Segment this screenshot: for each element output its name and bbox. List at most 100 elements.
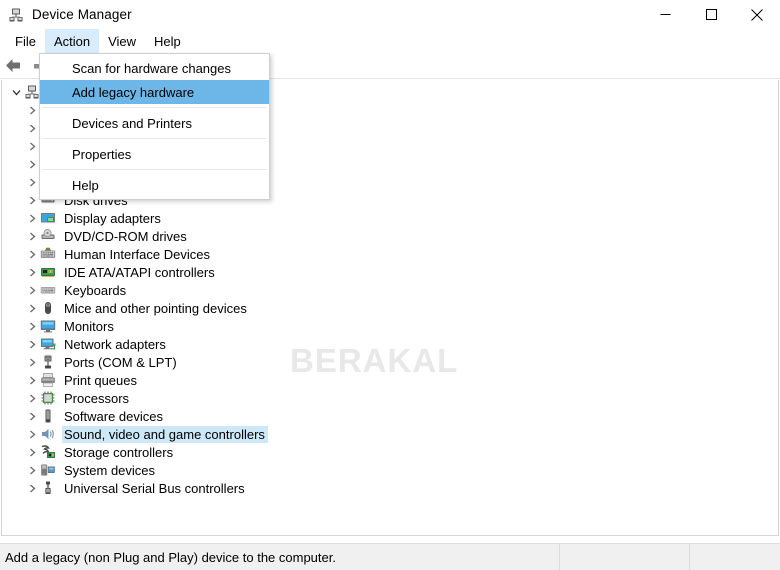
port-icon	[40, 354, 56, 370]
chevron-right-icon[interactable]	[24, 335, 40, 353]
tree-item-software-devices[interactable]: Software devices	[2, 407, 778, 425]
menu-action[interactable]: Action	[45, 29, 99, 53]
tree-item-network-adapters[interactable]: Network adapters	[2, 335, 778, 353]
status-message: Add a legacy (non Plug and Play) device …	[0, 544, 560, 570]
tree-item-monitors[interactable]: Monitors	[2, 317, 778, 335]
tree-item-dvd-cd-rom-drives[interactable]: DVD/CD-ROM drives	[2, 227, 778, 245]
computer-icon	[24, 84, 40, 100]
tree-item-label: Storage controllers	[62, 444, 176, 461]
tree-item-label: Network adapters	[62, 336, 169, 353]
menu-separator	[42, 169, 267, 170]
chevron-right-icon[interactable]	[24, 407, 40, 425]
chevron-right-icon[interactable]	[24, 209, 40, 227]
tree-item-label: DVD/CD-ROM drives	[62, 228, 190, 245]
status-bar: Add a legacy (non Plug and Play) device …	[0, 543, 780, 570]
usb-icon	[40, 480, 56, 496]
tree-item-label: Mice and other pointing devices	[62, 300, 250, 317]
menu-separator	[42, 107, 267, 108]
tree-item-label: System devices	[62, 462, 158, 479]
processor-icon	[40, 390, 56, 406]
device-manager-window: Device Manager File Action View Help	[0, 0, 780, 570]
chevron-right-icon[interactable]	[24, 461, 40, 479]
window-controls	[642, 0, 780, 29]
menu-help[interactable]: Help	[145, 29, 190, 53]
menu-item-help[interactable]: Help	[40, 173, 269, 197]
chevron-right-icon[interactable]	[24, 119, 40, 137]
menu-item-devices-and-printers[interactable]: Devices and Printers	[40, 111, 269, 135]
tree-item-label: Processors	[62, 390, 132, 407]
tree-item-label: Keyboards	[62, 282, 129, 299]
menu-item-scan-for-hardware-changes[interactable]: Scan for hardware changes	[40, 56, 269, 80]
menu-item-properties[interactable]: Properties	[40, 142, 269, 166]
minimize-button[interactable]	[642, 0, 688, 29]
ide-controller-icon	[40, 264, 56, 280]
device-manager-icon	[8, 7, 24, 23]
maximize-button[interactable]	[688, 0, 734, 29]
hid-icon	[40, 246, 56, 262]
close-button[interactable]	[734, 0, 780, 29]
storage-controller-icon	[40, 444, 56, 460]
tree-item-label: Universal Serial Bus controllers	[62, 480, 248, 497]
chevron-right-icon[interactable]	[24, 263, 40, 281]
keyboard-icon	[40, 282, 56, 298]
tree-item-sound-video-and-game-controllers[interactable]: Sound, video and game controllers	[2, 425, 778, 443]
chevron-right-icon[interactable]	[24, 371, 40, 389]
chevron-right-icon[interactable]	[24, 173, 40, 191]
system-device-icon	[40, 462, 56, 478]
mouse-icon	[40, 300, 56, 316]
tree-item-print-queues[interactable]: Print queues	[2, 371, 778, 389]
tree-item-human-interface-devices[interactable]: Human Interface Devices	[2, 245, 778, 263]
tree-rows: Disk drivesDisplay adaptersDVD/CD-ROM dr…	[2, 191, 778, 497]
chevron-right-icon[interactable]	[24, 353, 40, 371]
action-menu-items: Scan for hardware changesAdd legacy hard…	[40, 56, 269, 197]
chevron-right-icon[interactable]	[24, 317, 40, 335]
tree-item-ports-com-lpt[interactable]: Ports (COM & LPT)	[2, 353, 778, 371]
tree-item-label: Human Interface Devices	[62, 246, 213, 263]
chevron-right-icon[interactable]	[24, 425, 40, 443]
menu-separator	[42, 138, 267, 139]
tree-item-ide-ata-atapi-controllers[interactable]: IDE ATA/ATAPI controllers	[2, 263, 778, 281]
chevron-right-icon[interactable]	[24, 227, 40, 245]
title-bar: Device Manager	[0, 0, 780, 29]
tree-item-keyboards[interactable]: Keyboards	[2, 281, 778, 299]
tree-item-label: Monitors	[62, 318, 117, 335]
menu-item-add-legacy-hardware[interactable]: Add legacy hardware	[40, 80, 269, 104]
tree-item-label: Print queues	[62, 372, 140, 389]
tree-item-mice-and-other-pointing-devices[interactable]: Mice and other pointing devices	[2, 299, 778, 317]
chevron-right-icon[interactable]	[24, 281, 40, 299]
sound-icon	[40, 426, 56, 442]
display-adapter-icon	[40, 210, 56, 226]
software-device-icon	[40, 408, 56, 424]
tree-item-storage-controllers[interactable]: Storage controllers	[2, 443, 778, 461]
tree-item-label: Display adapters	[62, 210, 164, 227]
chevron-right-icon[interactable]	[24, 245, 40, 263]
tree-item-display-adapters[interactable]: Display adapters	[2, 209, 778, 227]
menu-bar: File Action View Help	[0, 29, 780, 53]
tree-item-label: Sound, video and game controllers	[62, 426, 268, 443]
chevron-right-icon[interactable]	[24, 155, 40, 173]
window-title: Device Manager	[32, 7, 132, 22]
network-adapter-icon	[40, 336, 56, 352]
status-pane-2	[690, 544, 780, 570]
tree-item-label: Software devices	[62, 408, 166, 425]
chevron-right-icon[interactable]	[24, 389, 40, 407]
chevron-right-icon[interactable]	[24, 299, 40, 317]
chevron-right-icon[interactable]	[24, 101, 40, 119]
chevron-right-icon[interactable]	[24, 191, 40, 209]
dvd-drive-icon	[40, 228, 56, 244]
tree-item-processors[interactable]: Processors	[2, 389, 778, 407]
chevron-right-icon[interactable]	[24, 137, 40, 155]
back-arrow-icon[interactable]	[0, 54, 26, 78]
status-pane-1	[560, 544, 690, 570]
tree-item-system-devices[interactable]: System devices	[2, 461, 778, 479]
monitor-icon	[40, 318, 56, 334]
tree-item-universal-serial-bus-controllers[interactable]: Universal Serial Bus controllers	[2, 479, 778, 497]
printer-icon	[40, 372, 56, 388]
menu-file[interactable]: File	[6, 29, 45, 53]
action-dropdown-menu[interactable]: Scan for hardware changesAdd legacy hard…	[39, 53, 270, 200]
chevron-right-icon[interactable]	[24, 443, 40, 461]
menu-view[interactable]: View	[99, 29, 145, 53]
tree-item-label: IDE ATA/ATAPI controllers	[62, 264, 218, 281]
chevron-down-icon[interactable]	[8, 83, 24, 101]
chevron-right-icon[interactable]	[24, 479, 40, 497]
